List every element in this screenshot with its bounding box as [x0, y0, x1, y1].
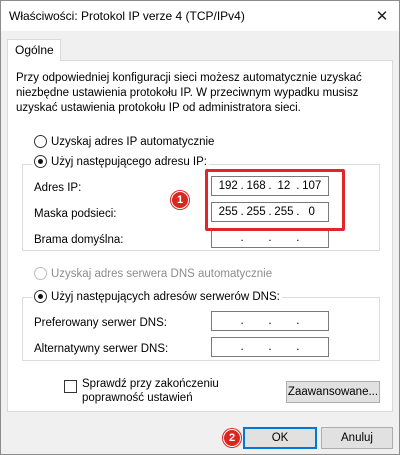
- ip-fields-highlight: [205, 169, 345, 231]
- alternate-dns-label: Alternatywny serwer DNS:: [34, 343, 169, 355]
- preferred-dns-label: Preferowany serwer DNS:: [34, 317, 167, 329]
- validate-checkbox[interactable]: [64, 380, 77, 393]
- title-bar: Właściwości: Protokol IP verze 4 (TCP/IP…: [1, 1, 399, 31]
- close-icon[interactable]: ✕: [371, 5, 393, 27]
- ip-manual-radio-dot[interactable]: [34, 155, 47, 168]
- dns-manual-label: Użyj następujących adresów serwerów DNS:: [51, 290, 280, 303]
- window-title: Właściwości: Protokol IP verze 4 (TCP/IP…: [9, 9, 245, 23]
- annotation-badge-1: 1: [171, 191, 189, 209]
- ok-button[interactable]: OK: [243, 427, 317, 449]
- subnet-mask-label: Maska podsieci:: [34, 208, 117, 220]
- ip-manual-label: Użyj następującego adresu IP:: [51, 155, 207, 168]
- dns-manual-radio[interactable]: Użyj następujących adresów serwerów DNS:: [32, 290, 282, 303]
- dns-auto-label: Uzyskaj adres serwera DNS automatycznie: [51, 267, 273, 280]
- properties-dialog: Właściwości: Protokol IP verze 4 (TCP/IP…: [0, 0, 400, 455]
- dns-manual-radio-dot[interactable]: [34, 290, 47, 303]
- tab-general[interactable]: Ogólne: [7, 39, 61, 61]
- general-panel: Przy odpowiedniej konfiguracji sieci moż…: [7, 60, 393, 412]
- ip-manual-radio[interactable]: Użyj następującego adresu IP:: [32, 155, 209, 168]
- ip-auto-radio[interactable]: Uzyskaj adres IP automatycznie: [34, 135, 214, 148]
- ip-auto-label: Uzyskaj adres IP automatycznie: [51, 135, 215, 148]
- preferred-dns-field[interactable]: . . .: [211, 311, 329, 331]
- validate-label: Sprawdź przy zakończeniu poprawność usta…: [82, 378, 219, 404]
- ip-auto-radio-dot[interactable]: [34, 135, 47, 148]
- dns-auto-radio: Uzyskaj adres serwera DNS automatycznie: [34, 267, 272, 280]
- annotation-badge-2: 2: [223, 429, 241, 447]
- description-text: Przy odpowiedniej konfiguracji sieci moż…: [16, 72, 362, 114]
- gateway-field[interactable]: . . .: [211, 228, 329, 248]
- cancel-button[interactable]: Anuluj: [321, 427, 393, 449]
- dns-auto-radio-dot: [34, 267, 47, 280]
- alternate-dns-field[interactable]: . . .: [211, 337, 329, 357]
- advanced-button[interactable]: Zaawansowane...: [286, 381, 380, 403]
- gateway-label: Brama domyślna:: [34, 234, 124, 246]
- ip-address-label: Adres IP:: [34, 182, 82, 194]
